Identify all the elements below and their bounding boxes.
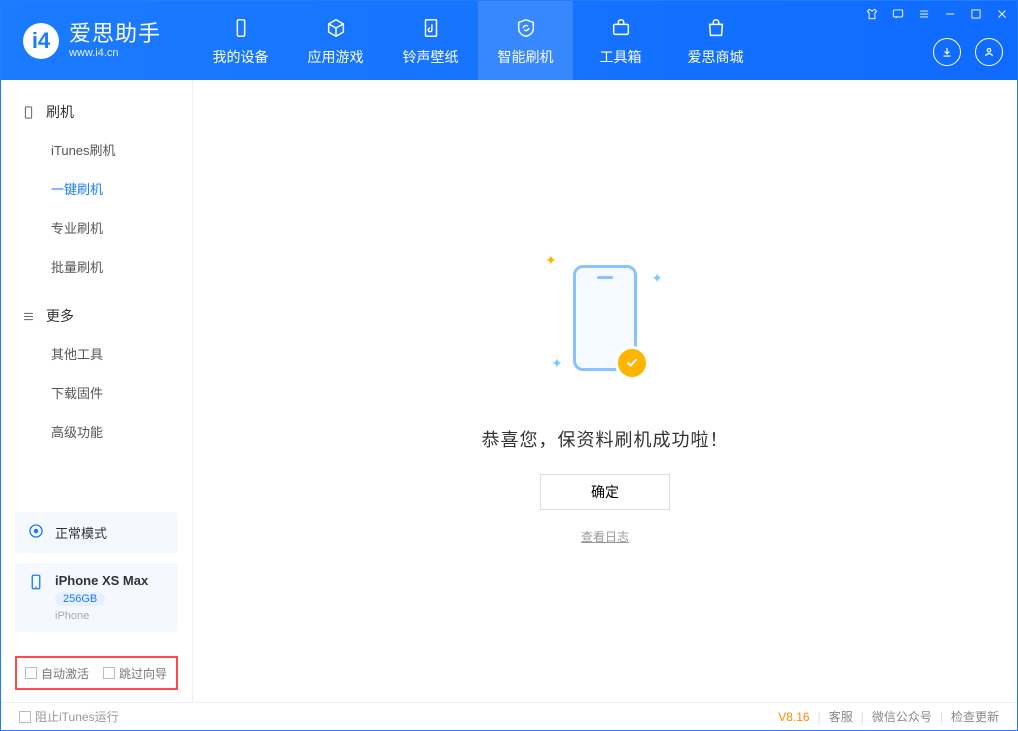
tab-label: 工具箱 — [600, 47, 642, 67]
mode-icon — [27, 522, 45, 543]
close-icon[interactable] — [995, 7, 1009, 21]
flash-group-icon — [21, 105, 36, 120]
checkbox-skip-guide[interactable]: 跳过向导 — [103, 665, 167, 682]
app-name: 爱思助手 — [69, 22, 161, 46]
checkbox-box-icon — [19, 711, 31, 723]
sidebar-item-other-tools[interactable]: 其他工具 — [1, 334, 192, 373]
checkbox-label: 跳过向导 — [119, 665, 167, 682]
maximize-icon[interactable] — [969, 7, 983, 21]
tab-label: 铃声壁纸 — [403, 47, 459, 67]
success-message: 恭喜您，保资料刷机成功啦！ — [482, 426, 729, 452]
logo-area: i4 爱思助手 www.i4.cn — [1, 1, 183, 80]
check-badge-icon — [615, 346, 649, 380]
cube-icon — [323, 15, 349, 41]
tab-label: 我的设备 — [213, 47, 269, 67]
sidebar-item-itunes-flash[interactable]: iTunes刷机 — [1, 130, 192, 169]
main-panel: ✦ ✦ ✦ 恭喜您，保资料刷机成功啦！ 确定 查看日志 — [193, 80, 1017, 702]
checkbox-label: 自动激活 — [41, 665, 89, 682]
footer-link-update[interactable]: 检查更新 — [951, 708, 999, 725]
toolbox-icon — [608, 15, 634, 41]
mode-card[interactable]: 正常模式 — [15, 512, 178, 553]
feedback-icon[interactable] — [891, 7, 905, 21]
checkbox-block-itunes[interactable]: 阻止iTunes运行 — [19, 708, 119, 725]
options-strip: 自动激活 跳过向导 — [15, 656, 178, 690]
sidebar-item-download-firmware[interactable]: 下载固件 — [1, 373, 192, 412]
footer: 阻止iTunes运行 V8.16 | 客服 | 微信公众号 | 检查更新 — [1, 702, 1017, 730]
sidebar-item-one-click-flash[interactable]: 一键刷机 — [1, 169, 192, 208]
sidebar-item-pro-flash[interactable]: 专业刷机 — [1, 208, 192, 247]
sparkle-icon: ✦ — [551, 355, 563, 372]
checkbox-box-icon — [103, 667, 115, 679]
tab-smart-flash[interactable]: 智能刷机 — [478, 1, 573, 80]
sparkle-icon: ✦ — [651, 270, 663, 287]
sidebar-item-advanced[interactable]: 高级功能 — [1, 412, 192, 451]
group-title: 更多 — [46, 306, 74, 326]
app-site: www.i4.cn — [69, 47, 161, 59]
skin-icon[interactable] — [865, 7, 879, 21]
bag-icon — [703, 15, 729, 41]
tab-label: 智能刷机 — [498, 47, 554, 67]
sidebar-group-more: 更多 — [1, 298, 192, 334]
music-file-icon — [418, 15, 444, 41]
tab-ringtones[interactable]: 铃声壁纸 — [383, 1, 478, 80]
sidebar-group-flash: 刷机 — [1, 94, 192, 130]
footer-link-wechat[interactable]: 微信公众号 — [872, 708, 932, 725]
version-label: V8.16 — [778, 710, 809, 724]
app-logo-icon: i4 — [23, 23, 59, 59]
menu-icon[interactable] — [917, 7, 931, 21]
checkbox-auto-activate[interactable]: 自动激活 — [25, 665, 89, 682]
minimize-icon[interactable] — [943, 7, 957, 21]
sparkle-icon: ✦ — [545, 252, 557, 269]
group-title: 刷机 — [46, 102, 74, 122]
shield-sync-icon — [513, 15, 539, 41]
tab-toolbox[interactable]: 工具箱 — [573, 1, 668, 80]
sidebar: 刷机 iTunes刷机 一键刷机 专业刷机 批量刷机 更多 其他工具 下载固件 … — [1, 80, 193, 702]
ok-button[interactable]: 确定 — [540, 474, 670, 510]
mode-label: 正常模式 — [55, 523, 107, 542]
tab-label: 爱思商城 — [688, 47, 744, 67]
tab-label: 应用游戏 — [308, 47, 364, 67]
tab-my-device[interactable]: 我的设备 — [193, 1, 288, 80]
success-illustration: ✦ ✦ ✦ — [525, 238, 685, 398]
tab-store[interactable]: 爱思商城 — [668, 1, 763, 80]
device-icon — [228, 15, 254, 41]
device-name: iPhone XS Max — [55, 573, 148, 588]
footer-link-kefu[interactable]: 客服 — [829, 708, 853, 725]
device-type: iPhone — [55, 610, 148, 622]
header-right — [933, 38, 1003, 66]
window-controls — [865, 7, 1009, 21]
device-capacity: 256GB — [55, 592, 105, 606]
nav-tabs: 我的设备 应用游戏 铃声壁纸 智能刷机 工具箱 爱思商城 — [193, 1, 763, 80]
account-button[interactable] — [975, 38, 1003, 66]
download-manager-button[interactable] — [933, 38, 961, 66]
device-card[interactable]: iPhone XS Max 256GB iPhone — [15, 563, 178, 632]
checkbox-box-icon — [25, 667, 37, 679]
more-group-icon — [21, 309, 36, 324]
checkbox-label: 阻止iTunes运行 — [35, 708, 119, 725]
view-log-link[interactable]: 查看日志 — [581, 528, 629, 545]
tab-apps[interactable]: 应用游戏 — [288, 1, 383, 80]
header: i4 爱思助手 www.i4.cn 我的设备 应用游戏 铃声壁纸 智能刷机 工具… — [1, 1, 1017, 80]
phone-icon — [27, 573, 45, 622]
sidebar-item-batch-flash[interactable]: 批量刷机 — [1, 247, 192, 286]
